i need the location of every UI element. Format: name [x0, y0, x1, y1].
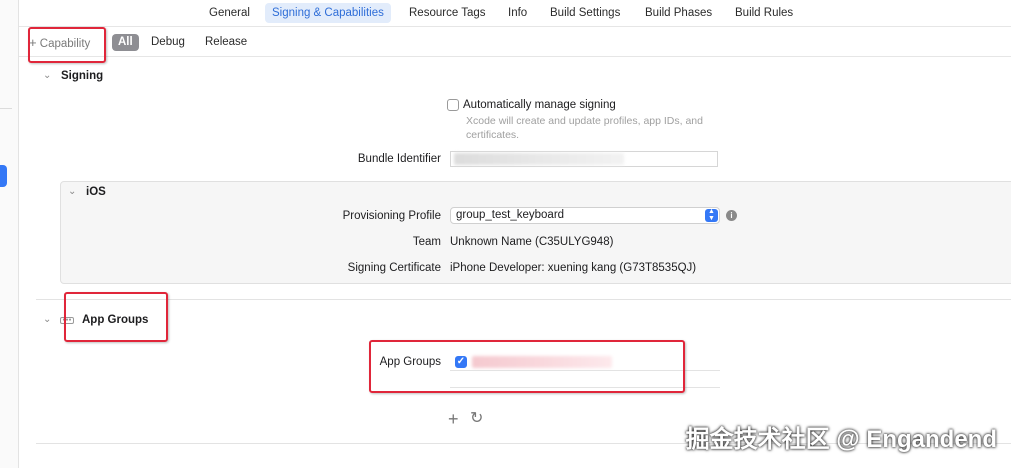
filter-debug[interactable]: Debug — [145, 34, 191, 51]
auto-manage-signing-checkbox[interactable] — [447, 99, 459, 111]
editor-tab-bar: General Signing & Capabilities Resource … — [19, 0, 1011, 27]
provisioning-profile-value: group_test_keyboard — [456, 209, 565, 221]
tab-general[interactable]: General — [202, 3, 257, 23]
tab-signing-capabilities[interactable]: Signing & Capabilities — [265, 3, 391, 23]
app-groups-disclosure-chevron-icon[interactable]: ⌄ — [43, 314, 51, 325]
filter-all[interactable]: All — [112, 34, 139, 51]
bundle-identifier-label: Bundle Identifier — [357, 153, 441, 165]
provisioning-profile-label: Provisioning Profile — [342, 210, 441, 222]
signing-certificate-label: Signing Certificate — [347, 262, 441, 274]
signing-section-title: Signing — [61, 70, 104, 82]
auto-manage-signing-label: Automatically manage signing — [463, 99, 616, 111]
bundle-identifier-field[interactable] — [450, 151, 718, 167]
annotation-highlight-app-groups-title — [64, 292, 168, 342]
watermark: 掘金技术社区 @ Engandend — [685, 426, 997, 453]
team-label: Team — [412, 236, 441, 248]
tab-build-settings[interactable]: Build Settings — [543, 3, 627, 23]
tab-build-phases[interactable]: Build Phases — [638, 3, 719, 23]
add-app-group-icon[interactable]: + — [448, 410, 459, 428]
ios-section-title: iOS — [86, 186, 106, 198]
auto-manage-signing-hint: Xcode will create and update profiles, a… — [466, 115, 703, 141]
provisioning-profile-select[interactable]: group_test_keyboard ▲ ▼ — [450, 207, 720, 224]
signing-disclosure-chevron-icon[interactable]: ⌄ — [43, 70, 51, 81]
team-value: Unknown Name (C35ULYG948) — [450, 236, 614, 248]
navigator-divider — [0, 108, 12, 109]
navigator-edge — [0, 0, 19, 468]
annotation-highlight-app-groups-field — [369, 340, 685, 393]
tab-info[interactable]: Info — [501, 3, 534, 23]
annotation-highlight-capability — [28, 27, 106, 63]
ios-disclosure-chevron-icon[interactable]: ⌄ — [68, 186, 76, 197]
redacted-bundle-id — [454, 153, 624, 165]
tab-build-rules[interactable]: Build Rules — [728, 3, 800, 23]
capability-filter-bar: + Capability All Debug Release — [19, 28, 1011, 57]
refresh-icon[interactable]: ↻ — [470, 410, 483, 428]
popup-stepper-icon: ▲ ▼ — [705, 208, 718, 222]
filter-release[interactable]: Release — [199, 34, 253, 51]
navigator-selected-target[interactable] — [0, 165, 7, 187]
tab-resource-tags[interactable]: Resource Tags — [402, 3, 493, 23]
info-icon[interactable]: i — [726, 210, 737, 221]
signing-certificate-value: iPhone Developer: xuening kang (G73T8535… — [450, 262, 697, 274]
section-divider — [36, 299, 1011, 300]
